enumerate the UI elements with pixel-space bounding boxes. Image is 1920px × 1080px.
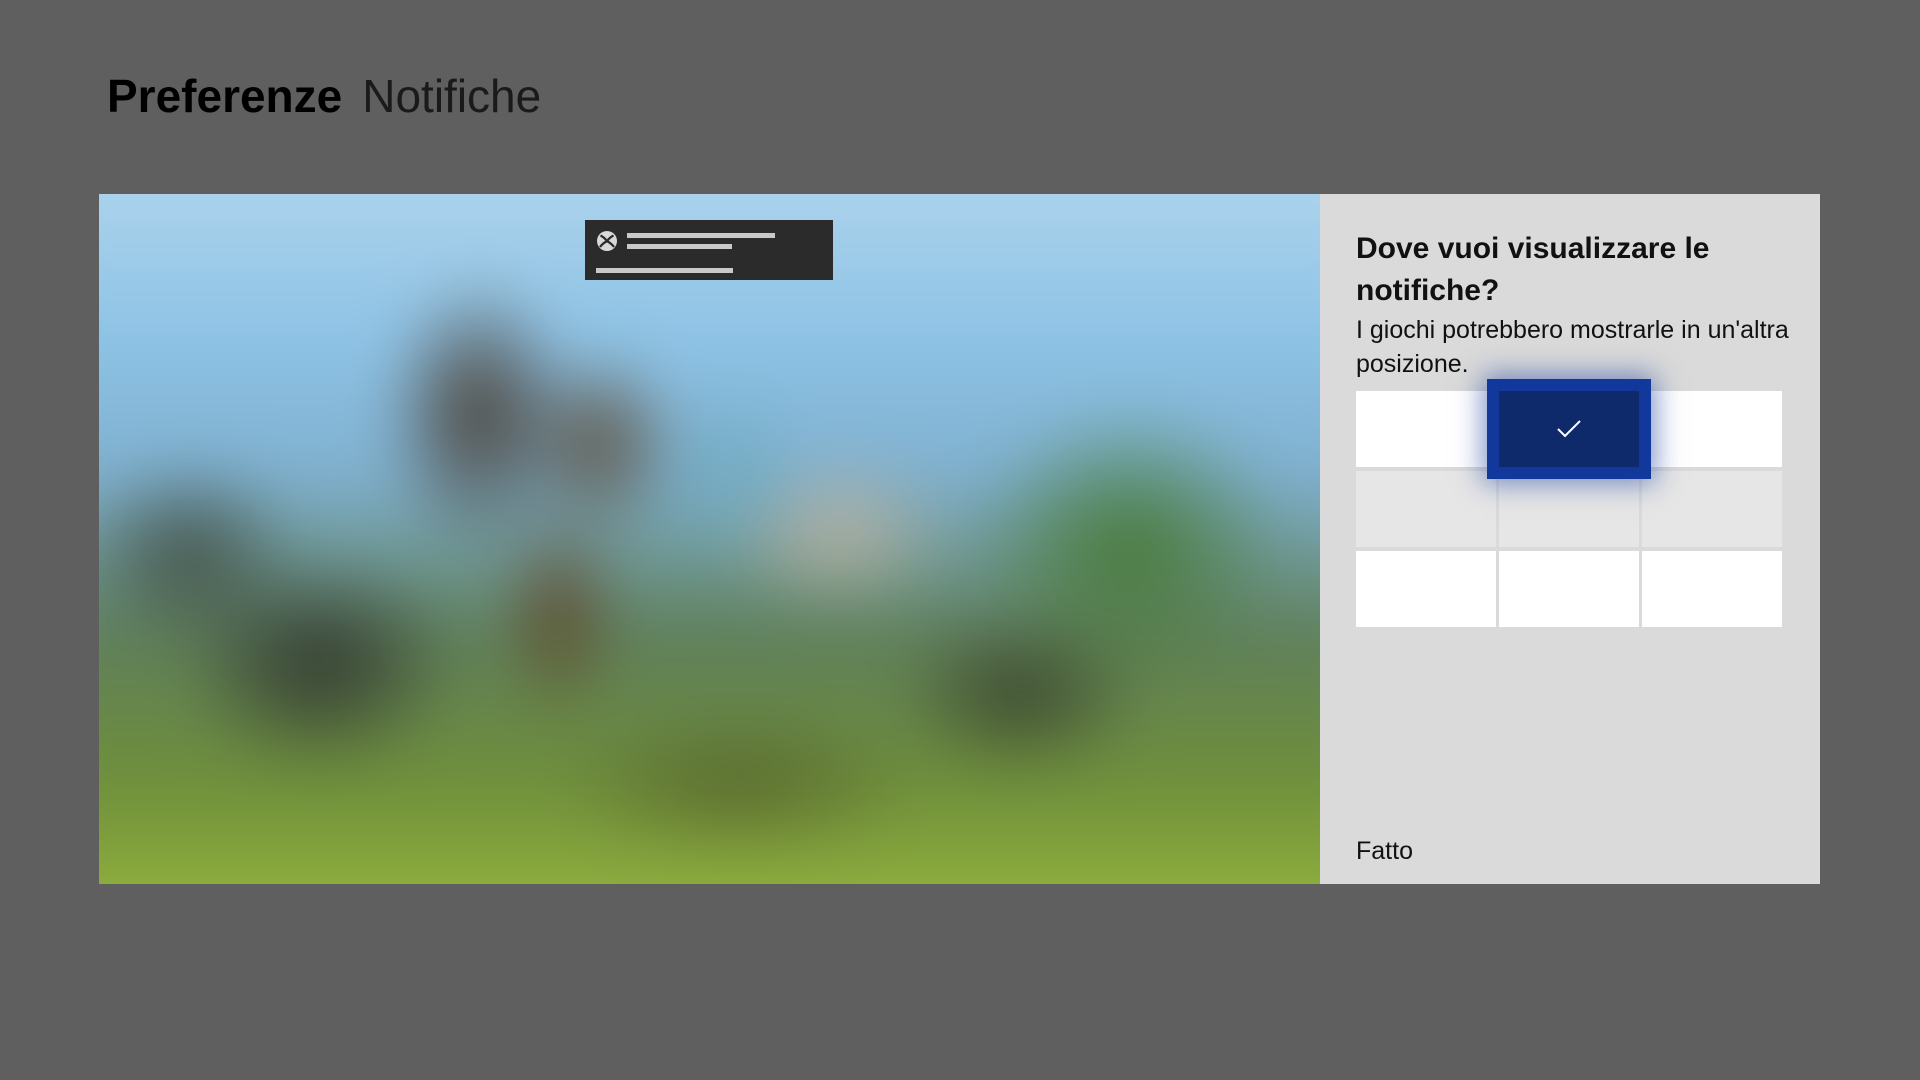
- position-top-right[interactable]: [1642, 391, 1782, 467]
- xbox-logo-icon: [597, 231, 617, 251]
- toast-text-placeholder-line: [627, 233, 775, 238]
- position-middle-right-disabled: [1642, 471, 1782, 547]
- position-bottom-left[interactable]: [1356, 551, 1496, 627]
- header-section-title: Preferenze: [107, 70, 343, 122]
- options-title: Dove vuoi visualizzare le notifiche?: [1356, 232, 1710, 307]
- options-panel: Dove vuoi visualizzare le notifiche? I g…: [1320, 194, 1820, 884]
- page-header: Preferenze Notifiche: [107, 66, 541, 126]
- position-bottom-center[interactable]: [1499, 551, 1639, 627]
- notification-position-panel: Dove vuoi visualizzare le notifiche? I g…: [99, 194, 1820, 884]
- position-top-center[interactable]: [1499, 391, 1639, 467]
- checkmark-icon: [1557, 420, 1581, 438]
- done-button[interactable]: Fatto: [1356, 835, 1413, 867]
- options-subtitle: I giochi potrebbero mostrarle in un'altr…: [1356, 316, 1789, 378]
- notification-preview: [99, 194, 1320, 884]
- position-top-left[interactable]: [1356, 391, 1496, 467]
- position-middle-left-disabled: [1356, 471, 1496, 547]
- header-subsection-title: Notifiche: [362, 70, 542, 122]
- position-middle-center-disabled: [1499, 471, 1639, 547]
- blurred-game-background: [99, 194, 1320, 884]
- toast-text-placeholder-line: [596, 268, 733, 273]
- sample-notification-toast: [585, 220, 833, 280]
- toast-text-placeholder-line: [627, 244, 732, 249]
- position-bottom-right[interactable]: [1642, 551, 1782, 627]
- notification-position-grid: [1356, 391, 1782, 627]
